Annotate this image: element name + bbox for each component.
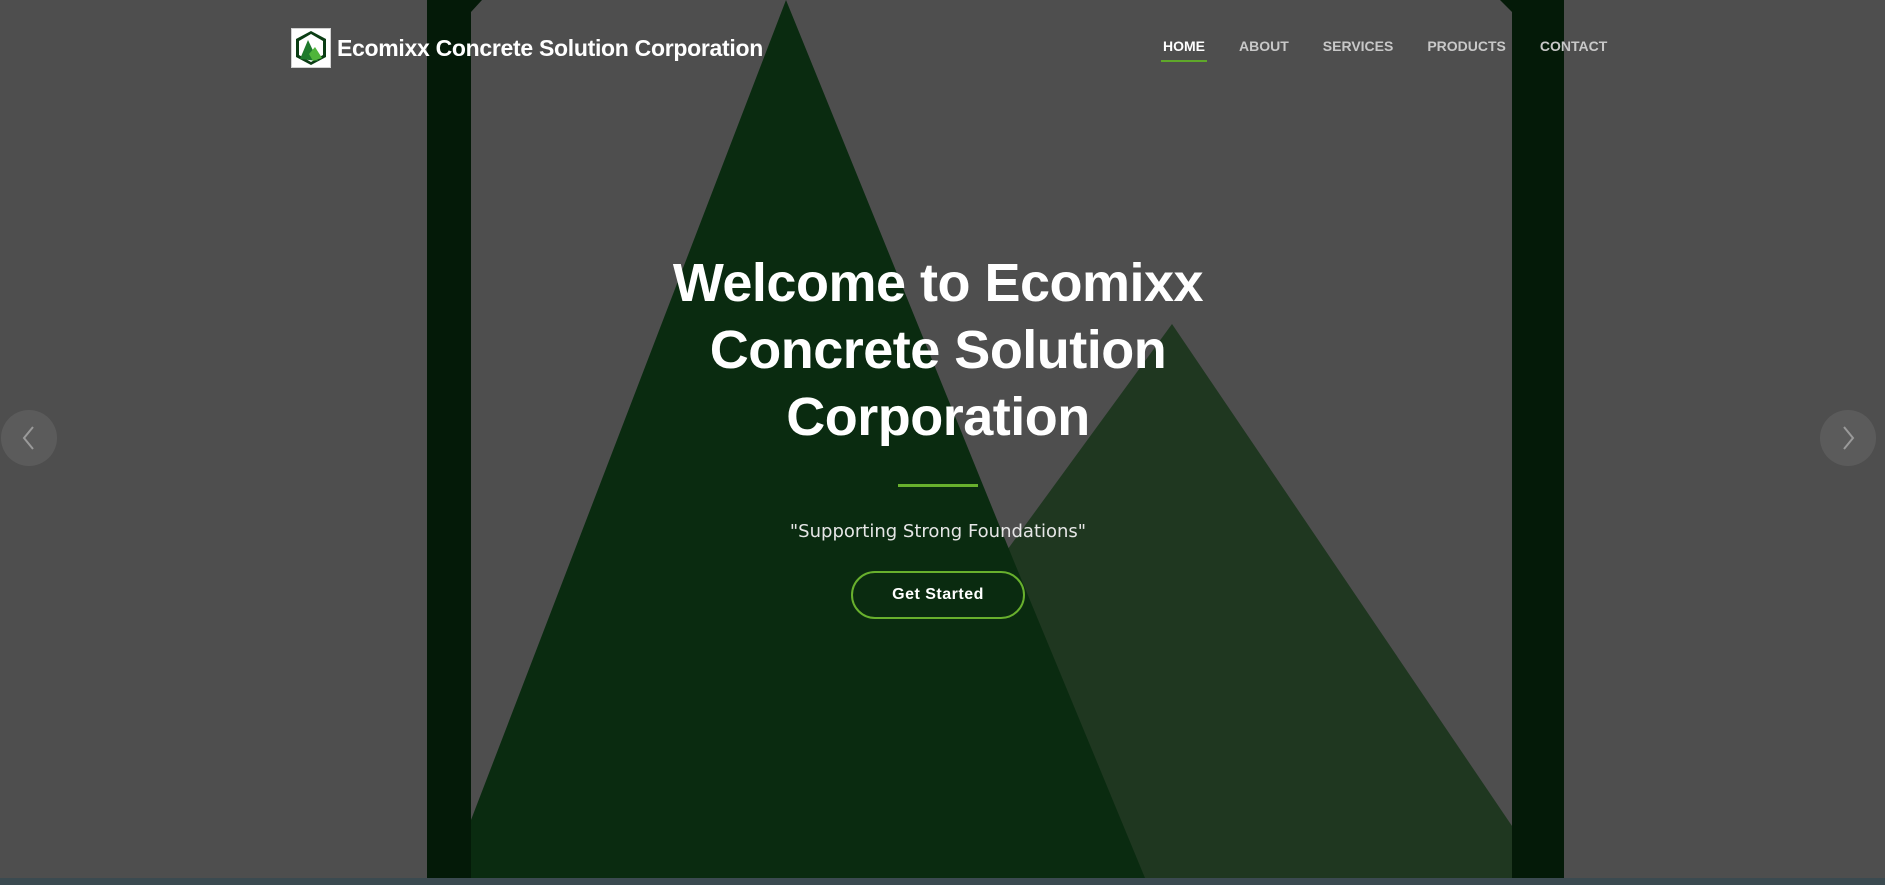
get-started-button[interactable]: Get Started (851, 571, 1025, 619)
hero-title-line-2: Concrete Solution (709, 320, 1167, 380)
nav-item-home[interactable]: HOME (1161, 38, 1207, 62)
chevron-left-icon (22, 426, 34, 450)
brand-name: Ecomixx Concrete Solution Corporation (337, 34, 763, 61)
brand[interactable]: Ecomixx Concrete Solution Corporation (291, 28, 763, 68)
title-divider (898, 484, 978, 487)
hero-tagline: "Supporting Strong Foundations" (789, 521, 1087, 542)
bottom-strip (0, 878, 1885, 885)
nav-item-about[interactable]: ABOUT (1239, 38, 1289, 62)
hero-title-line-1: Welcome to Ecomixx (672, 253, 1204, 313)
carousel-next-button[interactable] (1820, 410, 1876, 466)
hero-title-line-3: Corporation (786, 387, 1090, 447)
nav-item-products[interactable]: PRODUCTS (1427, 38, 1506, 62)
main-nav: HOME ABOUT SERVICES PRODUCTS CONTACT (1161, 38, 1607, 68)
page: Ecomixx Concrete Solution Corporation HO… (0, 0, 1885, 885)
carousel-prev-button[interactable] (1, 410, 57, 466)
nav-item-contact[interactable]: CONTACT (1540, 38, 1607, 62)
nav-item-services[interactable]: SERVICES (1323, 38, 1394, 62)
mountain-hexagon-logo-icon (291, 28, 331, 68)
chevron-right-icon (1843, 426, 1855, 450)
hero-title: Welcome to Ecomixx Concrete Solution Cor… (642, 250, 1234, 451)
hero-content: Welcome to Ecomixx Concrete Solution Cor… (642, 250, 1234, 619)
